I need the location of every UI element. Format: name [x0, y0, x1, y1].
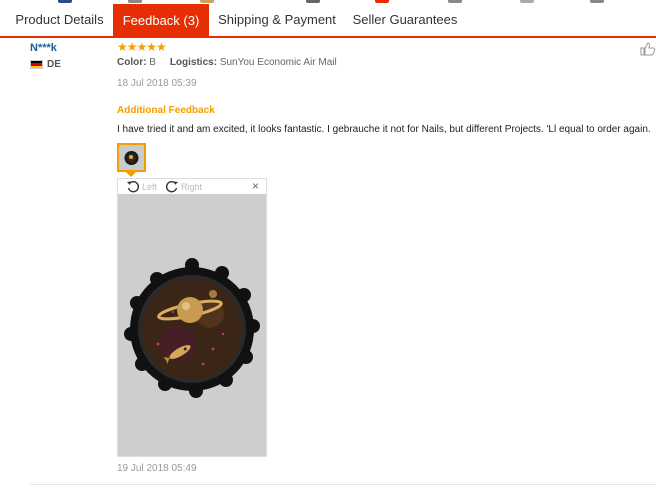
- close-icon[interactable]: ×: [252, 179, 259, 193]
- viewer-toolbar: Left Right ×: [118, 179, 266, 194]
- rotate-right-label: Right: [181, 182, 203, 192]
- rotate-right-icon: [165, 181, 178, 193]
- product-tabs: Product Details Feedback (3) Shipping & …: [0, 4, 656, 38]
- additional-feedback-date: 19 Jul 2018 05:49: [117, 463, 197, 474]
- feedback-photo-thumbnail[interactable]: [117, 143, 146, 172]
- tab-feedback[interactable]: Feedback (3): [113, 4, 209, 38]
- review-divider: [30, 484, 656, 485]
- tab-product-details[interactable]: Product Details: [8, 4, 111, 36]
- logistics-value: SunYou Economic Air Mail: [219, 57, 337, 68]
- photo-viewer: Left Right ×: [117, 178, 267, 457]
- additional-feedback-text: I have tried it and am excited, it looks…: [117, 124, 651, 135]
- review-date: 18 Jul 2018 05:39: [117, 78, 197, 89]
- reviewer-name[interactable]: N***k: [30, 42, 57, 54]
- thumbs-up-icon[interactable]: [640, 42, 656, 56]
- germany-flag-icon: [30, 60, 43, 69]
- rotate-left-button[interactable]: Left: [126, 180, 168, 193]
- color-label: Color:: [117, 57, 147, 68]
- rotate-left-label: Left: [142, 182, 158, 192]
- tab-seller-guarantees[interactable]: Seller Guarantees: [345, 4, 465, 36]
- rotate-right-button[interactable]: Right: [165, 180, 210, 193]
- planet-pendant-image: [118, 194, 266, 456]
- color-value: B: [149, 57, 156, 68]
- tab-shipping-payment[interactable]: Shipping & Payment: [213, 4, 341, 36]
- rotate-left-icon: [127, 181, 140, 193]
- additional-feedback-title: Additional Feedback: [117, 105, 215, 116]
- rating-stars: ★★★★★: [117, 40, 167, 54]
- feedback-photo: [118, 194, 266, 456]
- order-meta: Color: B Logistics: SunYou Economic Air …: [117, 57, 337, 68]
- logistics-label: Logistics:: [169, 57, 218, 68]
- reviewer-country: DE: [47, 59, 61, 70]
- thumbnail-pointer: [126, 172, 136, 177]
